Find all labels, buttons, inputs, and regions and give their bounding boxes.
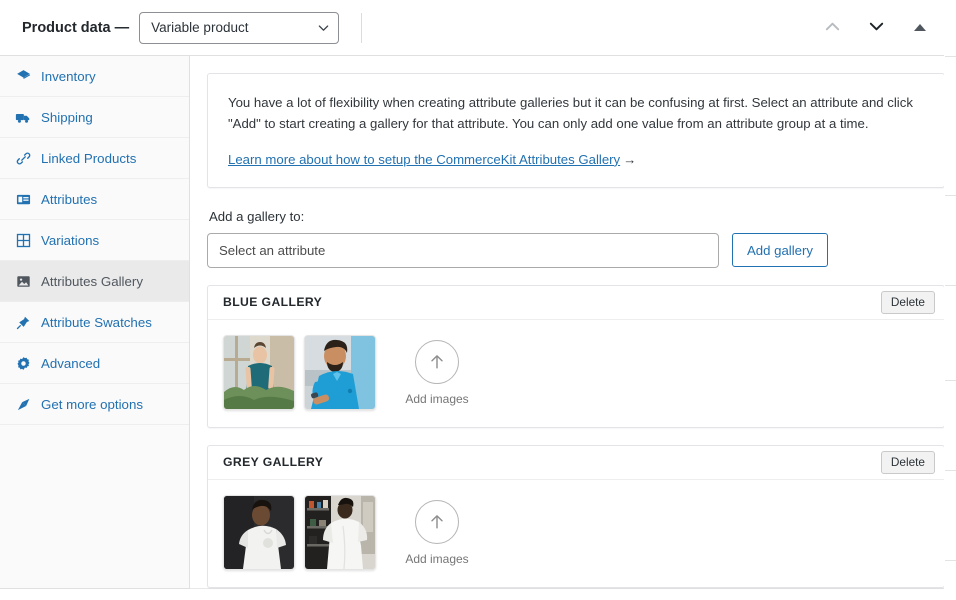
notice-link-row: Learn more about how to setup the Commer…	[228, 152, 924, 167]
sidebar-item-attribute-swatches[interactable]: Attribute Swatches	[0, 302, 189, 343]
sidebar-item-advanced[interactable]: Advanced	[0, 343, 189, 384]
gallery-card-blue: BLUE GALLERY Delete Add images	[207, 284, 945, 428]
gallery-header: GREY GALLERY Delete	[208, 446, 944, 480]
plugin-icon	[12, 397, 34, 412]
delete-gallery-button[interactable]: Delete	[880, 450, 935, 474]
learn-more-link[interactable]: Learn more about how to setup the Commer…	[228, 152, 620, 167]
sidebar-item-label: Attributes Gallery	[41, 273, 143, 289]
delete-gallery-button[interactable]: Delete	[880, 290, 935, 314]
product-type-value: Variable product	[151, 20, 249, 35]
sidebar-item-inventory[interactable]: Inventory	[0, 56, 189, 97]
arrow-up-icon	[415, 499, 459, 544]
gallery-thumbnail[interactable]	[223, 494, 295, 570]
gallery-images: Add images	[208, 320, 944, 427]
arrow-up-icon	[415, 339, 459, 384]
grid-icon	[12, 233, 34, 248]
gallery-thumbnail[interactable]	[304, 494, 376, 570]
arrow-right-icon: →	[623, 151, 637, 167]
header-actions	[810, 8, 956, 48]
sidebar-item-shipping[interactable]: Shipping	[0, 97, 189, 138]
sidebar-item-label: Advanced	[41, 355, 101, 371]
product-data-tabs: Inventory Shipping Linked Products Attri…	[0, 56, 190, 589]
page-right-edge	[944, 0, 956, 600]
gallery-thumbnail[interactable]	[223, 334, 295, 410]
triangle-up-icon	[914, 24, 926, 31]
sidebar-item-label: Attribute Swatches	[41, 314, 152, 330]
list-view-icon	[12, 192, 34, 207]
link-icon	[12, 151, 34, 166]
add-gallery-row: Select an attribute Add gallery	[207, 232, 945, 268]
attributes-gallery-panel: You have a lot of flexibility when creat…	[190, 56, 956, 589]
add-gallery-label: Add a gallery to:	[209, 208, 305, 224]
gallery-images: Add images	[208, 480, 944, 587]
product-type-select[interactable]: Variable product	[139, 11, 340, 44]
sidebar-item-label: Get more options	[41, 396, 143, 412]
add-images-uploader[interactable]: Add images	[399, 335, 475, 406]
sidebar-item-attributes[interactable]: Attributes	[0, 179, 189, 220]
image-icon	[12, 274, 34, 289]
gallery-card-grey: GREY GALLERY Delete Add images	[207, 444, 945, 588]
truck-icon	[12, 110, 34, 125]
move-up-button[interactable]	[810, 8, 854, 48]
chevron-down-icon	[867, 17, 886, 39]
sidebar-item-variations[interactable]: Variations	[0, 220, 189, 261]
notice-text: You have a lot of flexibility when creat…	[228, 95, 913, 132]
gear-icon	[12, 356, 34, 371]
sidebar-item-label: Linked Products	[41, 150, 137, 166]
toggle-panel-button[interactable]	[898, 8, 942, 48]
add-images-label: Add images	[405, 551, 469, 566]
header-divider	[361, 12, 363, 43]
sidebar-item-attributes-gallery[interactable]: Attributes Gallery	[0, 261, 189, 302]
product-data-header: Product data — Variable product	[0, 0, 956, 56]
sidebar-item-label: Variations	[41, 232, 100, 248]
gallery-header: BLUE GALLERY Delete	[208, 286, 944, 320]
gallery-title: BLUE GALLERY	[223, 295, 323, 310]
add-images-label: Add images	[405, 391, 469, 406]
attribute-select[interactable]: Select an attribute	[207, 232, 719, 268]
add-gallery-button[interactable]: Add gallery	[732, 233, 828, 268]
pin-icon	[12, 315, 34, 330]
attribute-select-placeholder: Select an attribute	[219, 242, 326, 258]
archive-icon	[12, 69, 34, 84]
sidebar-item-label: Inventory	[41, 68, 96, 84]
info-notice: You have a lot of flexibility when creat…	[207, 73, 945, 188]
sidebar-item-linked-products[interactable]: Linked Products	[0, 138, 189, 179]
gallery-thumbnail[interactable]	[304, 334, 376, 410]
add-images-uploader[interactable]: Add images	[399, 495, 475, 566]
page-title: Product data —	[22, 19, 130, 36]
chevron-up-icon	[823, 17, 842, 39]
sidebar-item-label: Shipping	[41, 109, 93, 125]
gallery-title: GREY GALLERY	[223, 455, 324, 470]
product-data-body: Inventory Shipping Linked Products Attri…	[0, 56, 956, 589]
sidebar-item-get-more-options[interactable]: Get more options	[0, 384, 189, 425]
sidebar-item-label: Attributes	[41, 191, 98, 207]
move-down-button[interactable]	[854, 8, 898, 48]
chevron-down-icon	[318, 21, 329, 32]
